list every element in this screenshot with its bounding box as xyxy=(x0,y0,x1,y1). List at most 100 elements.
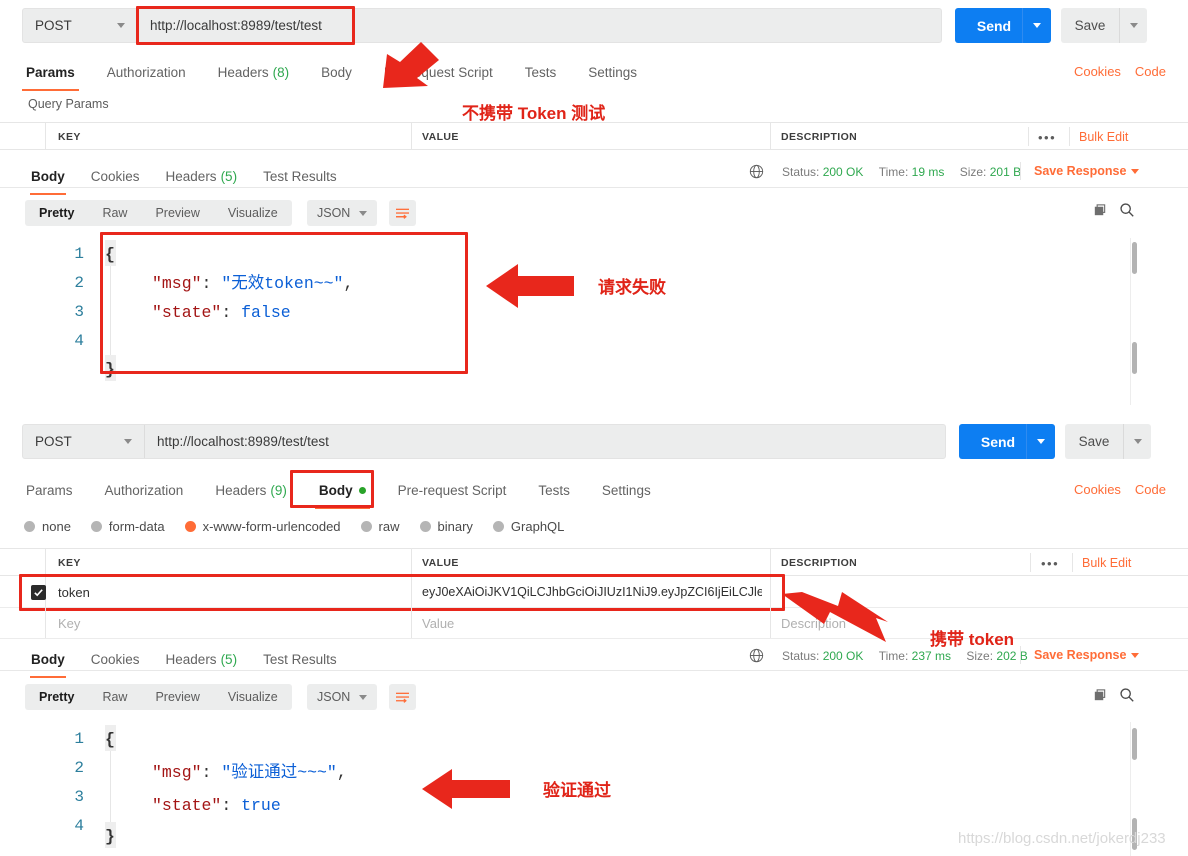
save-options-button-1[interactable] xyxy=(1119,8,1147,43)
divider xyxy=(45,608,46,638)
body-type-radios-2: none form-data x-www-form-urlencoded raw bin… xyxy=(24,519,584,534)
search-icon-1[interactable] xyxy=(1119,202,1135,223)
tab-authorization[interactable]: Authorization xyxy=(89,477,200,503)
save-options-button-2[interactable] xyxy=(1123,424,1151,459)
view-mode-raw[interactable]: Raw xyxy=(88,206,141,220)
response-body-line2-2: "msg": "验证通过~~~", xyxy=(152,758,347,787)
scrollbar-track-1[interactable] xyxy=(1130,238,1131,410)
divider xyxy=(411,123,412,150)
view-mode-visualize[interactable]: Visualize xyxy=(214,206,292,220)
table-row[interactable]: token eyJ0eXAiOiJKV1QiLCJhbGciOiJIUzI1Ni… xyxy=(0,577,1188,608)
copy-icon-1[interactable] xyxy=(1092,203,1107,223)
bulk-edit-button-2[interactable]: Bulk Edit xyxy=(1082,556,1131,570)
language-select-1[interactable]: JSON xyxy=(307,200,378,226)
scrollbar-thumb-2[interactable] xyxy=(1132,728,1137,760)
tab-count: (9) xyxy=(270,482,287,498)
body-type-label: x-www-form-urlencoded xyxy=(202,519,341,534)
tab-params[interactable]: Params xyxy=(10,59,91,91)
response-tab-headers[interactable]: Headers (5) xyxy=(153,646,251,672)
response-tab-test-results[interactable]: Test Results xyxy=(250,163,350,189)
url-input-1[interactable]: http://localhost:8989/test/test xyxy=(138,9,941,42)
response-tab-cookies[interactable]: Cookies xyxy=(78,163,153,189)
response-tab-cookies[interactable]: Cookies xyxy=(78,646,153,672)
more-options-icon-1[interactable]: ••• xyxy=(1038,130,1056,145)
save-response-button-2[interactable]: Save Response xyxy=(1034,648,1140,662)
body-type-form-data[interactable]: form-data xyxy=(90,519,165,534)
view-mode-preview[interactable]: Preview xyxy=(141,206,213,220)
tab-label: Params xyxy=(26,64,75,80)
line-number: 1 xyxy=(74,245,84,263)
tab-authorization[interactable]: Authorization xyxy=(91,59,202,85)
divider xyxy=(45,123,46,150)
method-dropdown-1[interactable]: POST xyxy=(23,9,138,42)
scrollbar-thumb-1[interactable] xyxy=(1132,242,1137,274)
save-response-button-1[interactable]: Save Response xyxy=(1034,164,1140,178)
code-link-2[interactable]: Code xyxy=(1135,482,1166,497)
more-options-icon-2[interactable]: ••• xyxy=(1041,556,1059,571)
tab-settings[interactable]: Settings xyxy=(586,477,667,503)
language-select-2[interactable]: JSON xyxy=(307,684,378,710)
body-type-none[interactable]: none xyxy=(24,519,71,534)
method-dropdown-2[interactable]: POST xyxy=(23,425,145,458)
body-type-x-www-form-urlencoded[interactable]: x-www-form-urlencoded xyxy=(184,519,341,534)
cookies-link-2[interactable]: Cookies xyxy=(1074,482,1121,497)
line-number: 1 xyxy=(74,730,84,748)
divider xyxy=(45,549,46,576)
url-input-2[interactable]: http://localhost:8989/test/test xyxy=(145,425,945,458)
wrap-lines-button-1[interactable] xyxy=(389,200,416,226)
json-colon: : xyxy=(201,763,222,782)
response-tab-body[interactable]: Body xyxy=(18,163,78,195)
tab-label: Cookies xyxy=(90,168,140,184)
status-value: 200 OK xyxy=(822,165,864,179)
view-mode-raw[interactable]: Raw xyxy=(88,690,141,704)
send-options-button-1[interactable] xyxy=(1022,8,1051,43)
wrap-lines-button-2[interactable] xyxy=(389,684,416,710)
chevron-down-icon xyxy=(124,439,132,444)
response-body-1[interactable]: { xyxy=(105,240,115,298)
time-label: Time: xyxy=(878,649,909,663)
view-mode-toolbar-2: Pretty Raw Preview Visualize xyxy=(25,684,292,710)
tab-label: Authorization xyxy=(106,64,186,80)
tab-pre-request-script[interactable]: Pre-request Script xyxy=(382,477,523,503)
send-options-button-2[interactable] xyxy=(1026,424,1055,459)
placeholder-value[interactable]: Value xyxy=(422,608,454,638)
divider xyxy=(411,549,412,576)
cookies-link-1[interactable]: Cookies xyxy=(1074,64,1121,79)
search-icon-2[interactable] xyxy=(1119,687,1135,708)
body-type-graphql[interactable]: GraphQL xyxy=(492,519,564,534)
view-mode-pretty[interactable]: Pretty xyxy=(25,690,88,704)
placeholder-key[interactable]: Key xyxy=(58,608,80,638)
row-checkbox[interactable] xyxy=(31,585,46,600)
tab-body[interactable]: Body xyxy=(303,477,382,509)
json-close-brace-1: } xyxy=(105,360,115,379)
save-button-2[interactable]: Save xyxy=(1065,424,1123,459)
response-tab-test-results[interactable]: Test Results xyxy=(250,646,350,672)
request-links-1: Cookies Code xyxy=(1074,64,1166,79)
tab-tests[interactable]: Tests xyxy=(522,477,586,503)
code-link-1[interactable]: Code xyxy=(1135,64,1166,79)
tab-headers[interactable]: Headers (8) xyxy=(202,59,306,85)
copy-icon-2[interactable] xyxy=(1092,688,1107,708)
tab-params[interactable]: Params xyxy=(10,477,89,503)
view-mode-visualize[interactable]: Visualize xyxy=(214,690,292,704)
request-url-bar-2: POST http://localhost:8989/test/test xyxy=(22,424,946,459)
tab-body[interactable]: Body xyxy=(305,59,368,85)
scrollbar-thumb-1b[interactable] xyxy=(1132,342,1137,374)
response-tab-headers[interactable]: Headers (5) xyxy=(153,163,251,189)
row-key[interactable]: token xyxy=(58,577,90,607)
row-value[interactable]: eyJ0eXAiOiJKV1QiLCJhbGciOiJIUzI1NiJ9.eyJ… xyxy=(422,577,762,607)
col-value-2: VALUE xyxy=(422,556,459,569)
body-type-binary[interactable]: binary xyxy=(419,519,473,534)
bulk-edit-button-1[interactable]: Bulk Edit xyxy=(1079,130,1128,144)
response-tab-body[interactable]: Body xyxy=(18,646,78,678)
chevron-down-icon xyxy=(1033,23,1041,28)
tab-settings[interactable]: Settings xyxy=(572,59,653,85)
save-button-1[interactable]: Save xyxy=(1061,8,1119,43)
tab-tests[interactable]: Tests xyxy=(509,59,573,85)
method-label: POST xyxy=(35,434,72,449)
tab-headers[interactable]: Headers (9) xyxy=(199,477,303,503)
view-mode-preview[interactable]: Preview xyxy=(141,690,213,704)
body-type-raw[interactable]: raw xyxy=(360,519,400,534)
view-mode-pretty[interactable]: Pretty xyxy=(25,206,88,220)
tab-label: Test Results xyxy=(263,651,337,667)
